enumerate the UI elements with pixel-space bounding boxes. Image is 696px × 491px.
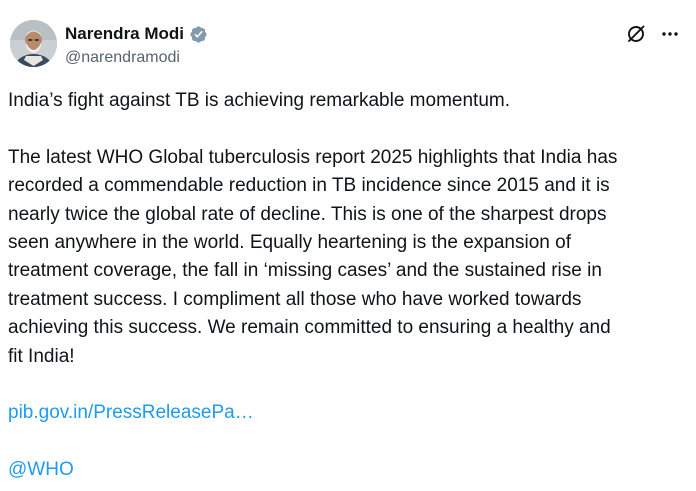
verified-badge-icon	[189, 25, 208, 44]
author-display-name[interactable]: Narendra Modi	[65, 24, 184, 44]
who-mention-link[interactable]: @WHO	[8, 459, 74, 480]
press-release-link[interactable]: pib.gov.in/PressReleasePa…	[8, 402, 254, 423]
tweet-actions	[626, 24, 680, 44]
author-handle[interactable]: @narendramodi	[65, 49, 208, 67]
avatar[interactable]	[10, 20, 57, 67]
grok-icon[interactable]	[626, 24, 646, 44]
tweet-header: Narendra Modi @narendramodi	[10, 14, 690, 74]
tweet-paragraph-2: The latest WHO Global tuberculosis repor…	[8, 146, 618, 367]
more-icon[interactable]	[660, 24, 680, 44]
tweet-text: India’s fight against TB is achieving re…	[8, 87, 690, 485]
tweet-line-1: India’s fight against TB is achieving re…	[8, 90, 510, 111]
author-names: Narendra Modi @narendramodi	[65, 22, 208, 67]
name-row: Narendra Modi	[65, 22, 208, 46]
